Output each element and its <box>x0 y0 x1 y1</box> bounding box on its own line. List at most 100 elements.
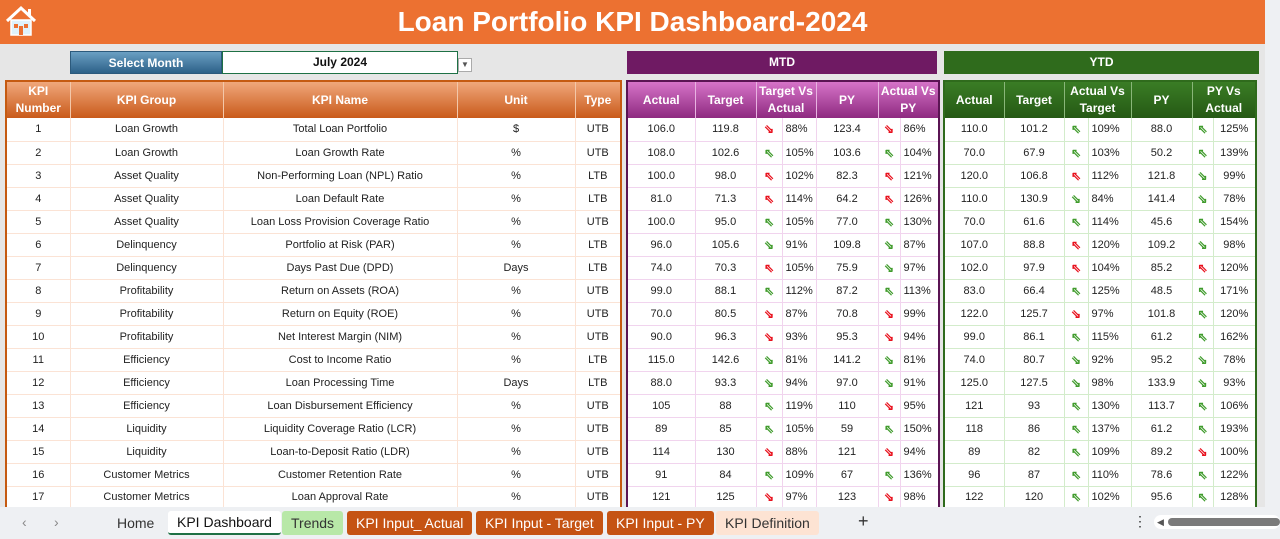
kpi-group: Profitability <box>70 302 224 326</box>
ytd-py-vs-actual: 193% <box>1213 417 1257 441</box>
mtd-actual: 74.0 <box>627 256 696 280</box>
tab-kpi-dashboard[interactable]: KPI Dashboard <box>168 511 281 535</box>
chevron-right-icon[interactable]: › <box>54 514 59 530</box>
dashboard-title: Loan Portfolio KPI Dashboard-2024 <box>397 6 868 37</box>
kpi-group: Efficiency <box>70 371 224 395</box>
ytd-py: 121.8 <box>1131 164 1193 188</box>
kpi-name: Return on Assets (ROA) <box>223 279 458 303</box>
kpi-name: Liquidity Coverage Ratio (LCR) <box>223 417 458 441</box>
kpi-name: Cost to Income Ratio <box>223 348 458 372</box>
chevron-left-icon[interactable]: ‹ <box>22 514 27 530</box>
arrow-up-icon: ⇖ <box>1192 486 1214 510</box>
kpi-unit: % <box>457 210 576 234</box>
ytd-target: 127.5 <box>1004 371 1065 395</box>
mtd-target-vs-actual: 105% <box>782 141 817 165</box>
mtd-row: 108.0 102.6 ⇖ 105% 103.6 ⇖ 104% <box>627 141 940 165</box>
arrow-down-icon: ⇘ <box>1192 233 1214 257</box>
mtd-target: 71.3 <box>695 187 757 211</box>
kpi-row: 14 Liquidity Liquidity Coverage Ratio (LCR… <box>6 417 622 441</box>
tab-trends[interactable]: Trends <box>282 511 344 535</box>
arrow-up-icon: ⇖ <box>756 210 783 234</box>
ytd-actual-vs-target: 84% <box>1088 187 1132 211</box>
chevron-down-icon[interactable]: ▼ <box>458 58 472 72</box>
ytd-actual: 74.0 <box>944 348 1005 372</box>
ytd-py-vs-actual: 100% <box>1213 440 1257 464</box>
kpi-name: Days Past Due (DPD) <box>223 256 458 280</box>
ytd-actual: 83.0 <box>944 279 1005 303</box>
ytd-row: 96 87 ⇖ 110% 78.6 ⇖ 122% <box>944 463 1257 487</box>
more-options-icon[interactable]: ⋮ <box>1133 513 1147 530</box>
mtd-col-py: PY <box>816 81 879 118</box>
arrow-down-icon: ⇘ <box>878 348 901 372</box>
ytd-row: 102.0 97.9 ⇖ 104% 85.2 ⇖ 120% <box>944 256 1257 280</box>
kpi-unit: % <box>457 187 576 211</box>
tab-kpi-input-target[interactable]: KPI Input - Target <box>476 511 603 535</box>
kpi-type: LTB <box>575 348 622 372</box>
ytd-section-header: YTD <box>944 51 1259 74</box>
ytd-actual-vs-target: 98% <box>1088 371 1132 395</box>
ytd-row: 122.0 125.7 ⇘ 97% 101.8 ⇖ 120% <box>944 302 1257 326</box>
arrow-up-icon: ⇖ <box>1192 118 1214 142</box>
tab-kpi-definition[interactable]: KPI Definition <box>716 511 819 535</box>
arrow-up-icon: ⇖ <box>1064 118 1089 142</box>
kpi-row: 15 Liquidity Loan-to-Deposit Ratio (LDR)% U… <box>6 440 622 464</box>
ytd-row: 99.0 86.1 ⇖ 115% 61.2 ⇖ 162% <box>944 325 1257 349</box>
mtd-target-vs-actual: 112% <box>782 279 817 303</box>
ytd-row: 83.0 66.4 ⇖ 125% 48.5 ⇖ 171% <box>944 279 1257 303</box>
scroll-left-icon[interactable]: ◀ <box>1157 515 1164 529</box>
ytd-py: 95.6 <box>1131 486 1193 510</box>
ytd-actual-vs-target: 115% <box>1088 325 1132 349</box>
kpi-number: 11 <box>6 348 71 372</box>
mtd-actual: 96.0 <box>627 233 696 257</box>
mtd-target: 142.6 <box>695 348 757 372</box>
tab-kpi-input-actual[interactable]: KPI Input_ Actual <box>347 511 473 535</box>
ytd-target: 86.1 <box>1004 325 1065 349</box>
mtd-row: 96.0 105.6 ⇘ 91% 109.8 ⇘ 87% <box>627 233 940 257</box>
kpi-name: Net Interest Margin (NIM) <box>223 325 458 349</box>
arrow-up-icon: ⇖ <box>1192 325 1214 349</box>
add-sheet-icon[interactable]: + <box>858 511 869 532</box>
mtd-py: 70.8 <box>816 302 879 326</box>
kpi-name: Return on Equity (ROE) <box>223 302 458 326</box>
mtd-actual-vs-py: 87% <box>900 233 940 257</box>
kpi-name: Loan-to-Deposit Ratio (LDR) <box>223 440 458 464</box>
kpi-unit: % <box>457 164 576 188</box>
kpi-row: 13 Efficiency Loan Disbursement Efficiency… <box>6 394 622 418</box>
mtd-row: 70.0 80.5 ⇘ 87% 70.8 ⇘ 99% <box>627 302 940 326</box>
ytd-actual-vs-target: 125% <box>1088 279 1132 303</box>
ytd-actual: 118 <box>944 417 1005 441</box>
tab-kpi-input-py[interactable]: KPI Input - PY <box>607 511 714 535</box>
ytd-py: 141.4 <box>1131 187 1193 211</box>
kpi-group: Customer Metrics <box>70 486 224 510</box>
arrow-down-icon: ⇘ <box>878 394 901 418</box>
horizontal-scrollbar[interactable]: ◀ <box>1154 515 1280 529</box>
kpi-number: 8 <box>6 279 71 303</box>
mtd-py: 109.8 <box>816 233 879 257</box>
mtd-target: 105.6 <box>695 233 757 257</box>
mtd-actual-vs-py: 121% <box>900 164 940 188</box>
tab-home[interactable]: Home <box>108 511 163 535</box>
mtd-target-vs-actual: 87% <box>782 302 817 326</box>
kpi-row: 9 Profitability Return on Equity (ROE)% UTB <box>6 302 622 326</box>
kpi-group: Loan Growth <box>70 118 224 142</box>
kpi-unit: % <box>457 486 576 510</box>
ytd-py: 61.2 <box>1131 325 1193 349</box>
ytd-actual-vs-target: 114% <box>1088 210 1132 234</box>
kpi-row: 1 Loan Growth Total Loan Portfolio $ UTB <box>6 118 622 142</box>
ytd-row: 122 120 ⇖ 102% 95.6 ⇖ 128% <box>944 486 1257 510</box>
ytd-row: 70.0 67.9 ⇖ 103% 50.2 ⇖ 139% <box>944 141 1257 165</box>
mtd-actual-vs-py: 95% <box>900 394 940 418</box>
kpi-type: UTB <box>575 118 622 142</box>
arrow-up-icon: ⇖ <box>1192 256 1214 280</box>
month-select-input[interactable]: July 2024 <box>222 51 458 74</box>
scrollbar-thumb[interactable] <box>1168 518 1280 526</box>
ytd-target: 106.8 <box>1004 164 1065 188</box>
ytd-py-vs-actual: 128% <box>1213 486 1257 510</box>
ytd-py-vs-actual: 120% <box>1213 302 1257 326</box>
ytd-actual: 120.0 <box>944 164 1005 188</box>
mtd-target-vs-actual: 97% <box>782 486 817 510</box>
mtd-py: 141.2 <box>816 348 879 372</box>
ytd-py: 88.0 <box>1131 118 1193 142</box>
ytd-py: 48.5 <box>1131 279 1193 303</box>
kpi-unit: % <box>457 279 576 303</box>
